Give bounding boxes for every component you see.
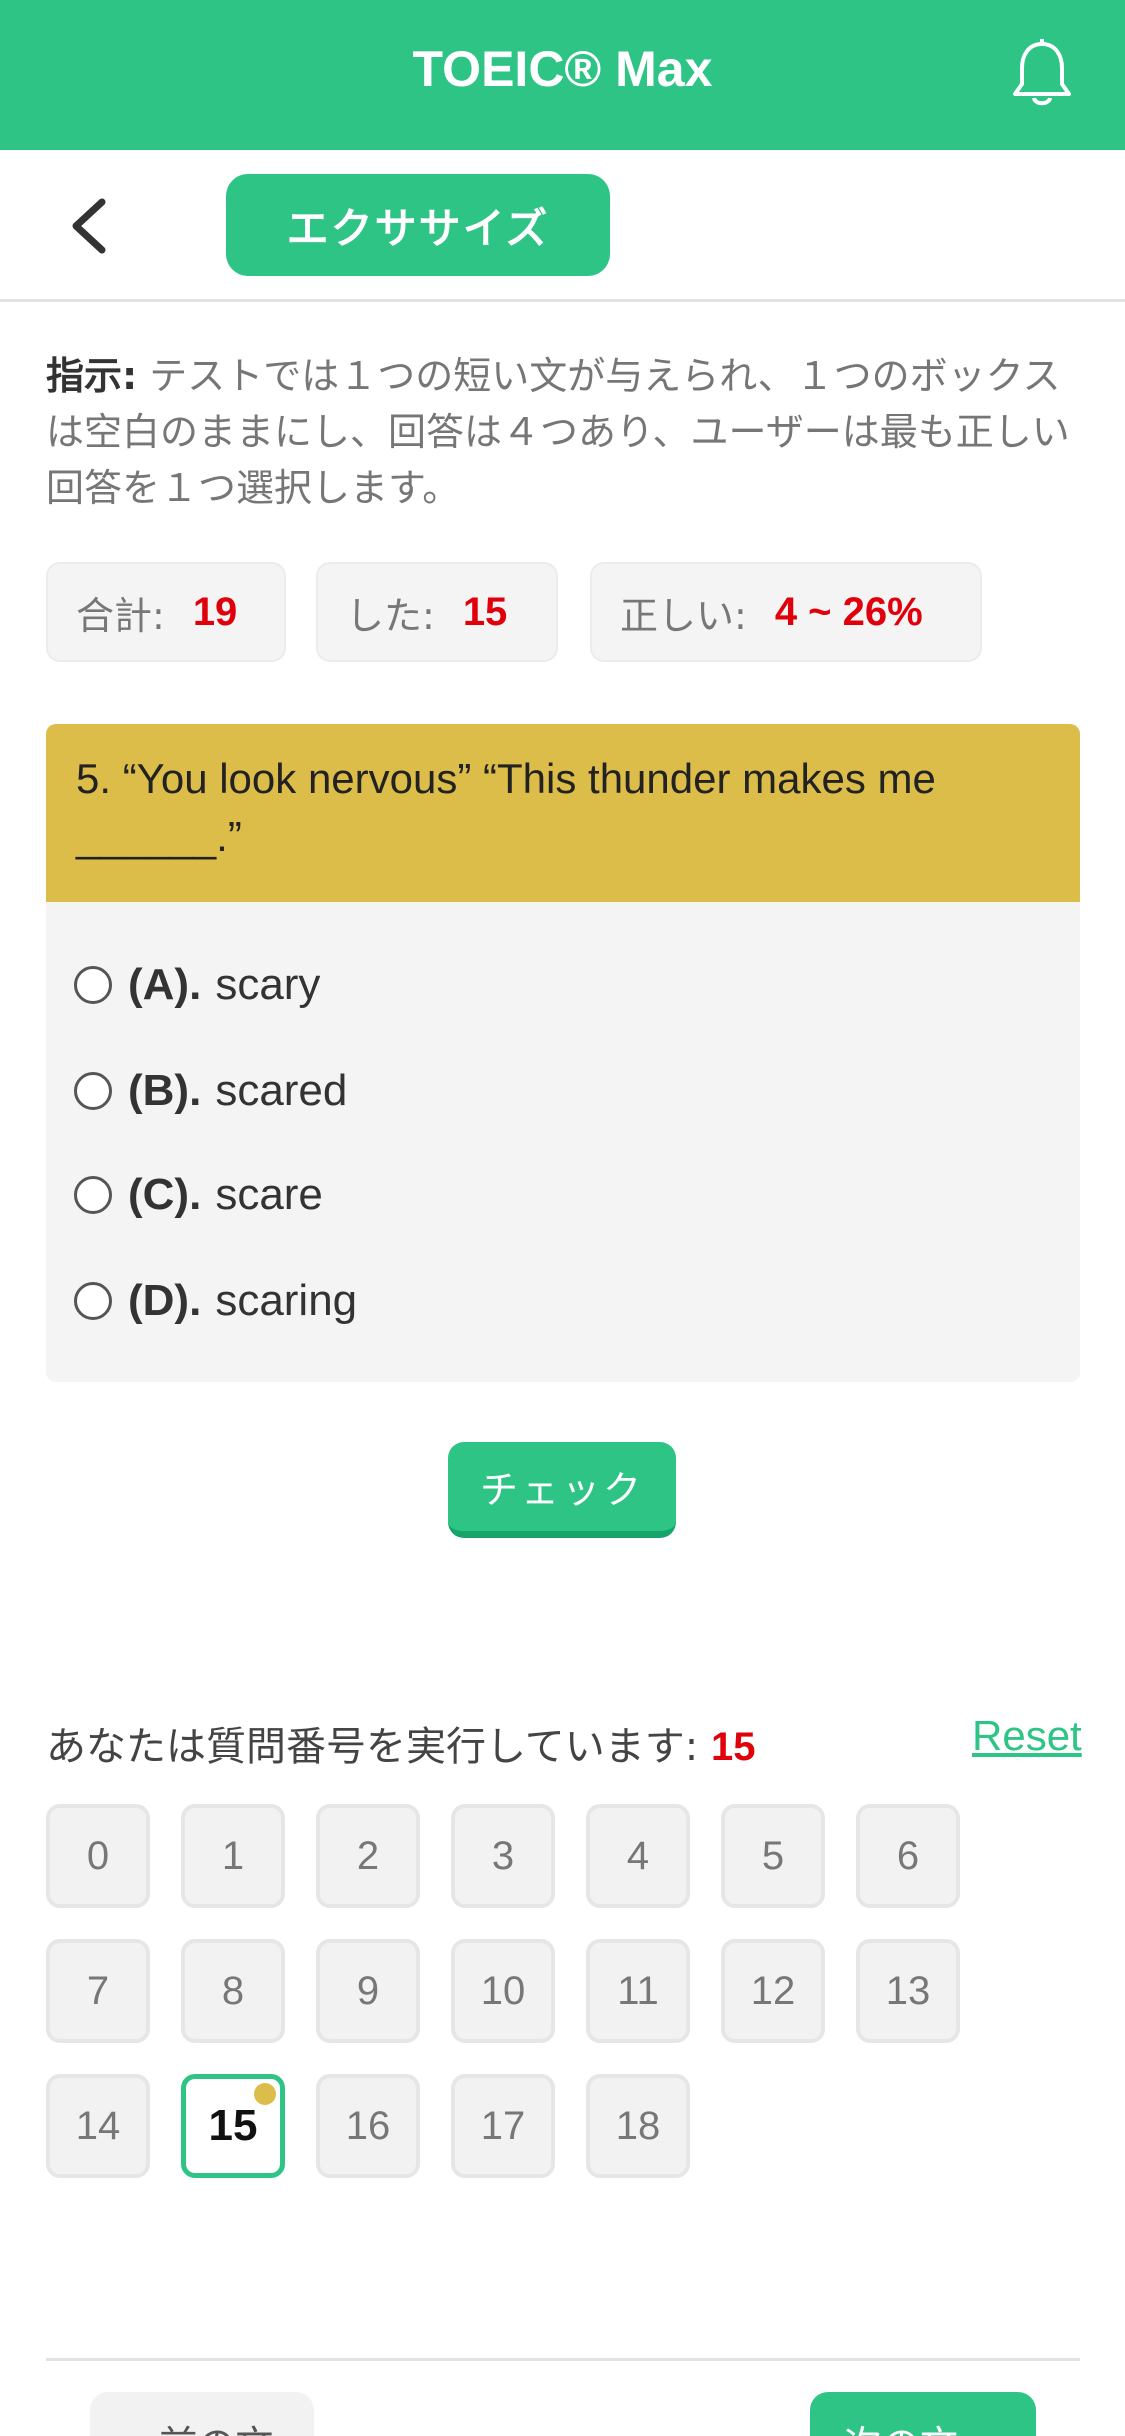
option-a-text: scary (215, 960, 321, 1009)
current-question-label: あなたは質問番号を実行しています: (46, 1724, 699, 1770)
question-number-button[interactable]: 0 (46, 1804, 150, 1908)
app-bar: TOEIC® Max (0, 0, 1125, 150)
option-c-text: scare (215, 1170, 323, 1219)
question-number-button[interactable]: 11 (586, 1939, 690, 2043)
option-a[interactable]: (A). scary (74, 950, 320, 1020)
question-number-button[interactable]: 17 (451, 2074, 555, 2178)
stat-total-value: 19 (192, 589, 238, 634)
divider (46, 2358, 1080, 2361)
question-number-button[interactable]: 7 (46, 1939, 150, 2043)
stat-done-label: した: (346, 593, 435, 638)
instructions-text: テストでは１つの短い文が与えられ、１つのボックスは空白のままにし、回答は４つあり… (46, 354, 1070, 510)
question-number-button-active[interactable]: 15 (181, 2074, 285, 2178)
radio-a[interactable] (74, 966, 112, 1004)
question-number-button[interactable]: 4 (586, 1804, 690, 1908)
question-number-button[interactable]: 14 (46, 2074, 150, 2178)
bell-icon[interactable] (1010, 38, 1074, 110)
current-question-indicator: あなたは質問番号を実行しています: 15 (46, 1714, 756, 1772)
next-sentence-button[interactable]: 次の文 » (810, 2392, 1036, 2436)
question-number-button[interactable]: 10 (451, 1939, 555, 2043)
radio-b[interactable] (74, 1072, 112, 1110)
chevron-left-icon[interactable] (62, 194, 118, 258)
radio-d[interactable] (74, 1282, 112, 1320)
option-b-text: scared (215, 1066, 348, 1115)
answer-options: (A). scary (B). scared (C). scare (D). s… (46, 902, 1080, 1382)
question-number-button[interactable]: 1 (181, 1804, 285, 1908)
question-number-button[interactable]: 6 (856, 1804, 960, 1908)
stat-correct: 正しい: 4 ~ 26% (590, 562, 982, 662)
question-number-button[interactable]: 18 (586, 2074, 690, 2178)
option-d[interactable]: (D). scaring (74, 1266, 357, 1336)
option-d-letter: (D). (128, 1276, 202, 1325)
section-pill: エクササイズ (226, 174, 610, 276)
question-text: 5. “You look nervous” “This thunder make… (46, 724, 1080, 902)
stat-correct-value: 4 ~ 26% (774, 589, 923, 634)
reset-link[interactable]: Reset (972, 1712, 1082, 1760)
stat-total: 合計: 19 (46, 562, 286, 662)
current-marker-dot (254, 2083, 276, 2105)
question-number-button[interactable]: 3 (451, 1804, 555, 1908)
question-number-button[interactable]: 9 (316, 1939, 420, 2043)
current-question-number: 15 (711, 1725, 756, 1769)
sub-header: エクササイズ (0, 150, 1125, 302)
instructions-label: 指示: (46, 354, 138, 398)
radio-c[interactable] (74, 1176, 112, 1214)
stat-correct-label: 正しい: (620, 593, 747, 638)
question-number-button[interactable]: 5 (721, 1804, 825, 1908)
stat-done-value: 15 (462, 589, 508, 634)
question-number-button[interactable]: 13 (856, 1939, 960, 2043)
check-button[interactable]: チェック (448, 1442, 676, 1538)
question-number-label: 15 (208, 2101, 258, 2150)
option-c[interactable]: (C). scare (74, 1160, 323, 1230)
app-title: TOEIC® Max (412, 41, 713, 97)
stat-total-label: 合計: (76, 593, 165, 638)
stat-done: した: 15 (316, 562, 558, 662)
previous-sentence-button[interactable]: « 前の文 (90, 2392, 314, 2436)
option-d-text: scaring (215, 1276, 358, 1325)
option-b-letter: (B). (128, 1066, 202, 1115)
option-b[interactable]: (B). scared (74, 1056, 347, 1126)
question-number-button[interactable]: 16 (316, 2074, 420, 2178)
question-number-button[interactable]: 8 (181, 1939, 285, 2043)
question-number-button[interactable]: 2 (316, 1804, 420, 1908)
option-c-letter: (C). (128, 1170, 202, 1219)
instructions: 指示: テストでは１つの短い文が与えられ、１つのボックスは空白のままにし、回答は… (46, 348, 1080, 516)
question-number-button[interactable]: 12 (721, 1939, 825, 2043)
option-a-letter: (A). (128, 960, 202, 1009)
